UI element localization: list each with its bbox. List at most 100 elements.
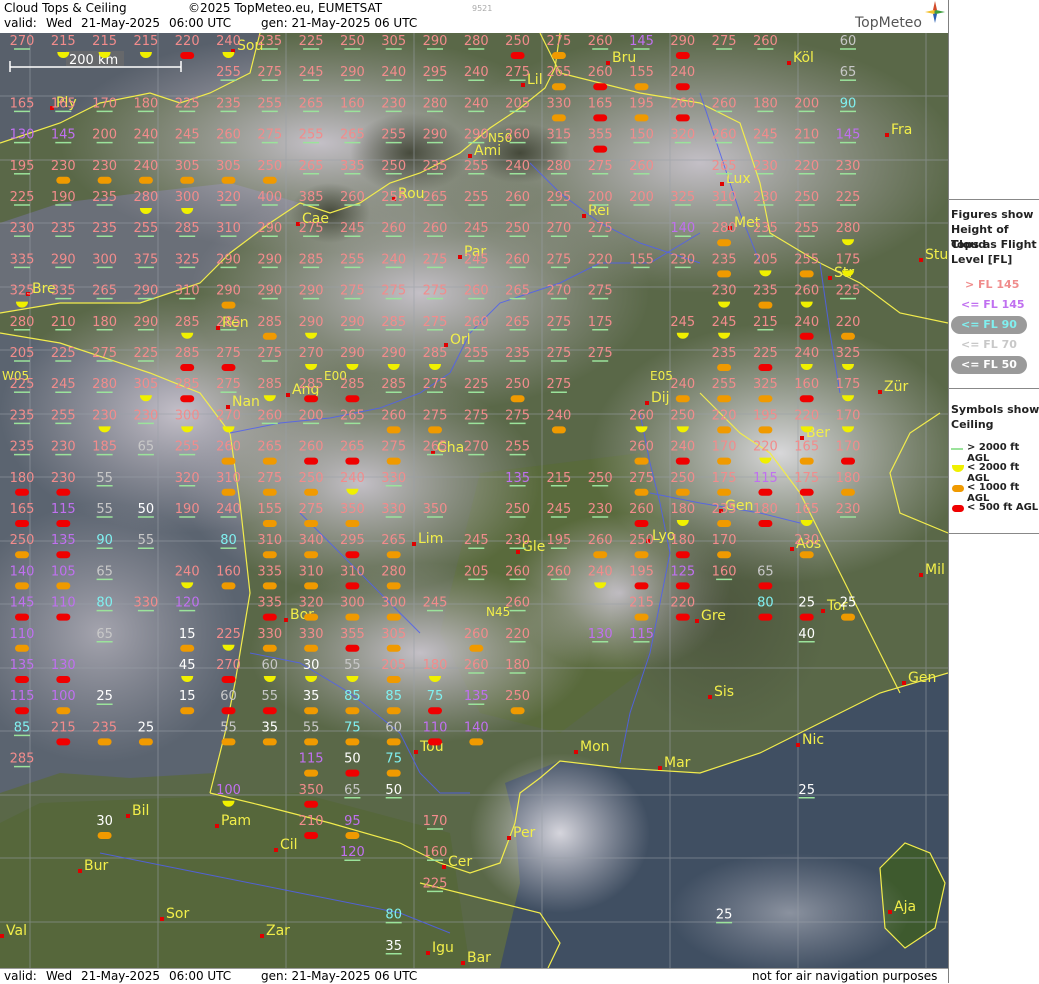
- cloud-top-value: 250: [381, 159, 406, 174]
- cloud-top-value: 170: [712, 440, 737, 455]
- cloud-top-value: 260: [381, 408, 406, 423]
- ceiling-pill-icon: [675, 582, 690, 590]
- cloud-top-value: 260: [340, 190, 365, 205]
- cloud-top-value: 270: [546, 221, 571, 236]
- cloud-top-value: 315: [546, 128, 571, 143]
- city-label: Zür: [884, 379, 908, 395]
- map-canvas: 200 km E00 E05W05N45N50 SouBru KölLilPlyAm…: [0, 33, 948, 968]
- cloud-top-value: 200: [588, 190, 613, 205]
- cloud-top-value: 290: [257, 221, 282, 236]
- cloud-top-value: 215: [51, 34, 76, 49]
- cloud-top-value: 355: [340, 627, 365, 642]
- cloud-top-value: 295: [423, 65, 448, 80]
- cloud-top-value: 255: [712, 377, 737, 392]
- cloud-top-value: 260: [505, 564, 530, 579]
- cloud-top-value: 170: [92, 96, 117, 111]
- cloud-top-value: 260: [216, 128, 241, 143]
- legend-level-70: <= FL 70: [951, 336, 1039, 354]
- ceiling-pill-icon: [758, 426, 773, 434]
- cloud-top-value: 220: [836, 315, 861, 330]
- ceiling-pill-icon: [262, 457, 277, 465]
- cloud-top-value: 320: [670, 128, 695, 143]
- cloud-top-value: 25: [798, 596, 815, 611]
- city-marker: [658, 766, 662, 770]
- cloud-top-value: 80: [757, 596, 774, 611]
- cloud-top-value: 230: [794, 533, 819, 548]
- cloud-top-value: 275: [546, 315, 571, 330]
- cloud-top-value: 275: [464, 408, 489, 423]
- cloud-top-value: 215: [629, 596, 654, 611]
- ceiling-pill-icon: [841, 332, 855, 340]
- cloud-top-value: 260: [216, 440, 241, 455]
- footer-valid-label: valid:: [4, 969, 37, 983]
- cloud-top-value: 240: [175, 564, 200, 579]
- ceiling-pill-icon: [15, 488, 29, 496]
- cloud-top-value: 275: [546, 377, 571, 392]
- cloud-top-value: 280: [836, 221, 861, 236]
- ceiling-pill-icon: [56, 738, 71, 746]
- ceiling-pill-icon: [758, 395, 773, 403]
- cloud-top-value: 255: [794, 221, 819, 236]
- cloud-top-value: 375: [133, 252, 158, 267]
- cloud-top-value: 155: [629, 252, 654, 267]
- ceiling-pill-icon: [345, 457, 360, 465]
- ceiling-pill-icon: [593, 551, 608, 559]
- cloud-top-value: 225: [133, 346, 158, 361]
- ceiling-pill-icon: [56, 613, 71, 621]
- cloud-top-value: 225: [175, 96, 200, 111]
- legend-level-label: <= FL 145: [961, 298, 1025, 311]
- cloud-top-value: 80: [385, 908, 402, 923]
- cloud-top-value: 280: [92, 377, 117, 392]
- cloud-top-value: 230: [133, 408, 158, 423]
- ceiling-pill-icon: [675, 395, 690, 403]
- cloud-top-value: 290: [464, 128, 489, 143]
- legend-figures-line-4: Level [FL]: [951, 253, 1013, 266]
- ceiling-pill-icon: [262, 520, 277, 527]
- cloud-top-value: 265: [381, 533, 406, 548]
- cloud-top-value: 285: [257, 315, 282, 330]
- legend-ceiling-below-2000: < 2000 ft AGL: [951, 460, 1039, 484]
- ceiling-pill-icon: [56, 551, 71, 559]
- cloud-top-value: 165: [51, 96, 76, 111]
- ceiling-pill-icon: [221, 176, 236, 184]
- cloud-top-value: 220: [794, 408, 819, 423]
- cloud-top-value: 205: [464, 564, 489, 579]
- cloud-top-value: 255: [381, 128, 406, 143]
- cloud-top-value: 225: [753, 346, 778, 361]
- ceiling-pill-icon: [551, 83, 566, 91]
- city-marker: [787, 61, 791, 65]
- satellite-map[interactable]: 200 km E00 E05 W05 N45 N50 Sou Bru Köl Lil Ply Am…: [0, 33, 948, 968]
- city-marker: [426, 951, 430, 955]
- cloud-top-value: 285: [216, 315, 241, 330]
- cloud-top-value: 255: [257, 96, 282, 111]
- ceiling-pill-icon: [428, 707, 442, 715]
- ceiling-pill-icon: [180, 707, 195, 715]
- cloud-top-value: 240: [588, 564, 613, 579]
- cloud-top-value: 110: [10, 627, 35, 642]
- cloud-top-value: 330: [133, 596, 158, 611]
- cloud-top-value: 260: [588, 34, 613, 49]
- cloud-top-value: 240: [216, 502, 241, 517]
- cloud-top-value: 80: [96, 596, 113, 611]
- city-marker: [919, 258, 923, 262]
- cloud-top-value: 275: [546, 252, 571, 267]
- ceiling-pill-icon: [304, 613, 319, 621]
- cloud-top-value: 230: [92, 408, 117, 423]
- cloud-top-value: 180: [836, 471, 861, 486]
- cloud-top-value: 30: [96, 814, 113, 829]
- city-marker: [645, 401, 649, 405]
- cloud-top-value: 290: [51, 252, 76, 267]
- cloud-top-value: 230: [836, 159, 861, 174]
- cloud-top-value: 145: [10, 596, 35, 611]
- ceiling-pill-icon: [386, 738, 401, 746]
- cloud-top-value: 250: [670, 408, 695, 423]
- ceiling-pill-icon: [428, 738, 442, 746]
- cloud-top-value: 260: [794, 284, 819, 299]
- ceiling-pill-icon: [593, 145, 608, 153]
- city-label: Gre: [701, 608, 726, 624]
- city-label: Bil: [132, 803, 149, 819]
- cloud-top-value: 230: [51, 159, 76, 174]
- city-label: Val: [6, 923, 27, 939]
- ceiling-pill-icon: [799, 551, 814, 559]
- cloud-top-value: 285: [175, 346, 200, 361]
